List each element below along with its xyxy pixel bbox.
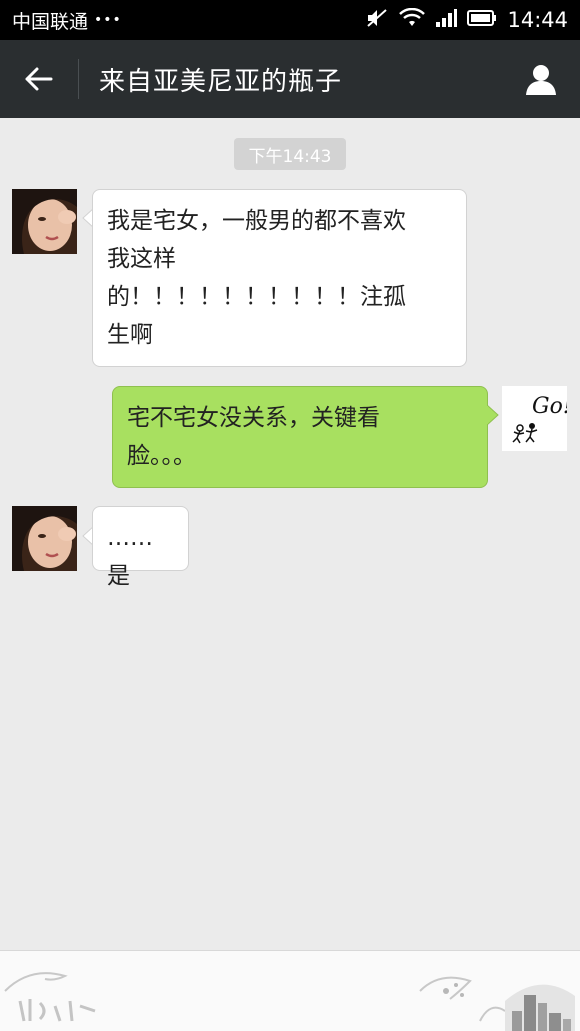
chat-info-button[interactable]: [502, 40, 580, 118]
bubble-tail: [487, 405, 499, 425]
message-line: 生啊: [107, 322, 153, 348]
chat-header: 来自亚美尼亚的瓶子: [0, 40, 580, 118]
contact-avatar[interactable]: [12, 189, 77, 254]
notification-dots: •••: [94, 12, 122, 28]
message-bubble-outgoing[interactable]: 宅不宅女没关系，关键看 脸。。。: [112, 386, 488, 488]
message-line: 宅不宅女没关系，关键看: [127, 405, 380, 431]
mute-icon: [365, 7, 389, 34]
message-line: 我是宅女，一般男的都不喜欢: [107, 208, 406, 234]
status-bar: 中国联通 ••• 14:44: [0, 0, 580, 40]
message-list[interactable]: 下午14:43 我是宅女，一般男的都不喜欢 我这样 的！！！！！！！！！！注孤 …: [0, 118, 580, 950]
message-timestamp: 下午14:43: [234, 138, 346, 170]
back-button[interactable]: [0, 40, 78, 118]
message-line: 我这样: [107, 246, 176, 272]
back-arrow-icon: [25, 67, 53, 91]
message-line: ……是: [107, 525, 153, 589]
sticker-text: Go!: [532, 394, 567, 419]
carrier-info: 中国联通 •••: [12, 7, 122, 34]
carrier-name: 中国联通: [12, 10, 89, 33]
chat-title: 来自亚美尼亚的瓶子: [99, 66, 343, 97]
person-icon: [526, 65, 556, 95]
message-bubble-incoming[interactable]: ……是: [92, 506, 189, 589]
wifi-icon: [399, 7, 426, 33]
battery-icon: [467, 9, 497, 32]
header-divider: [78, 59, 79, 99]
clock: 14:44: [507, 8, 568, 32]
contact-avatar[interactable]: [12, 506, 77, 571]
self-avatar[interactable]: Go!: [502, 386, 567, 451]
signal-icon: [435, 8, 458, 33]
watermark-decoration: [4, 972, 575, 1031]
status-icons: 14:44: [365, 7, 568, 34]
message-bubble-incoming[interactable]: 我是宅女，一般男的都不喜欢 我这样 的！！！！！！！！！！注孤 生啊: [92, 189, 467, 367]
input-bar[interactable]: [0, 950, 580, 1031]
message-line: 的！！！！！！！！！！注孤: [107, 284, 406, 310]
message-line: 脸。。。: [127, 443, 196, 469]
